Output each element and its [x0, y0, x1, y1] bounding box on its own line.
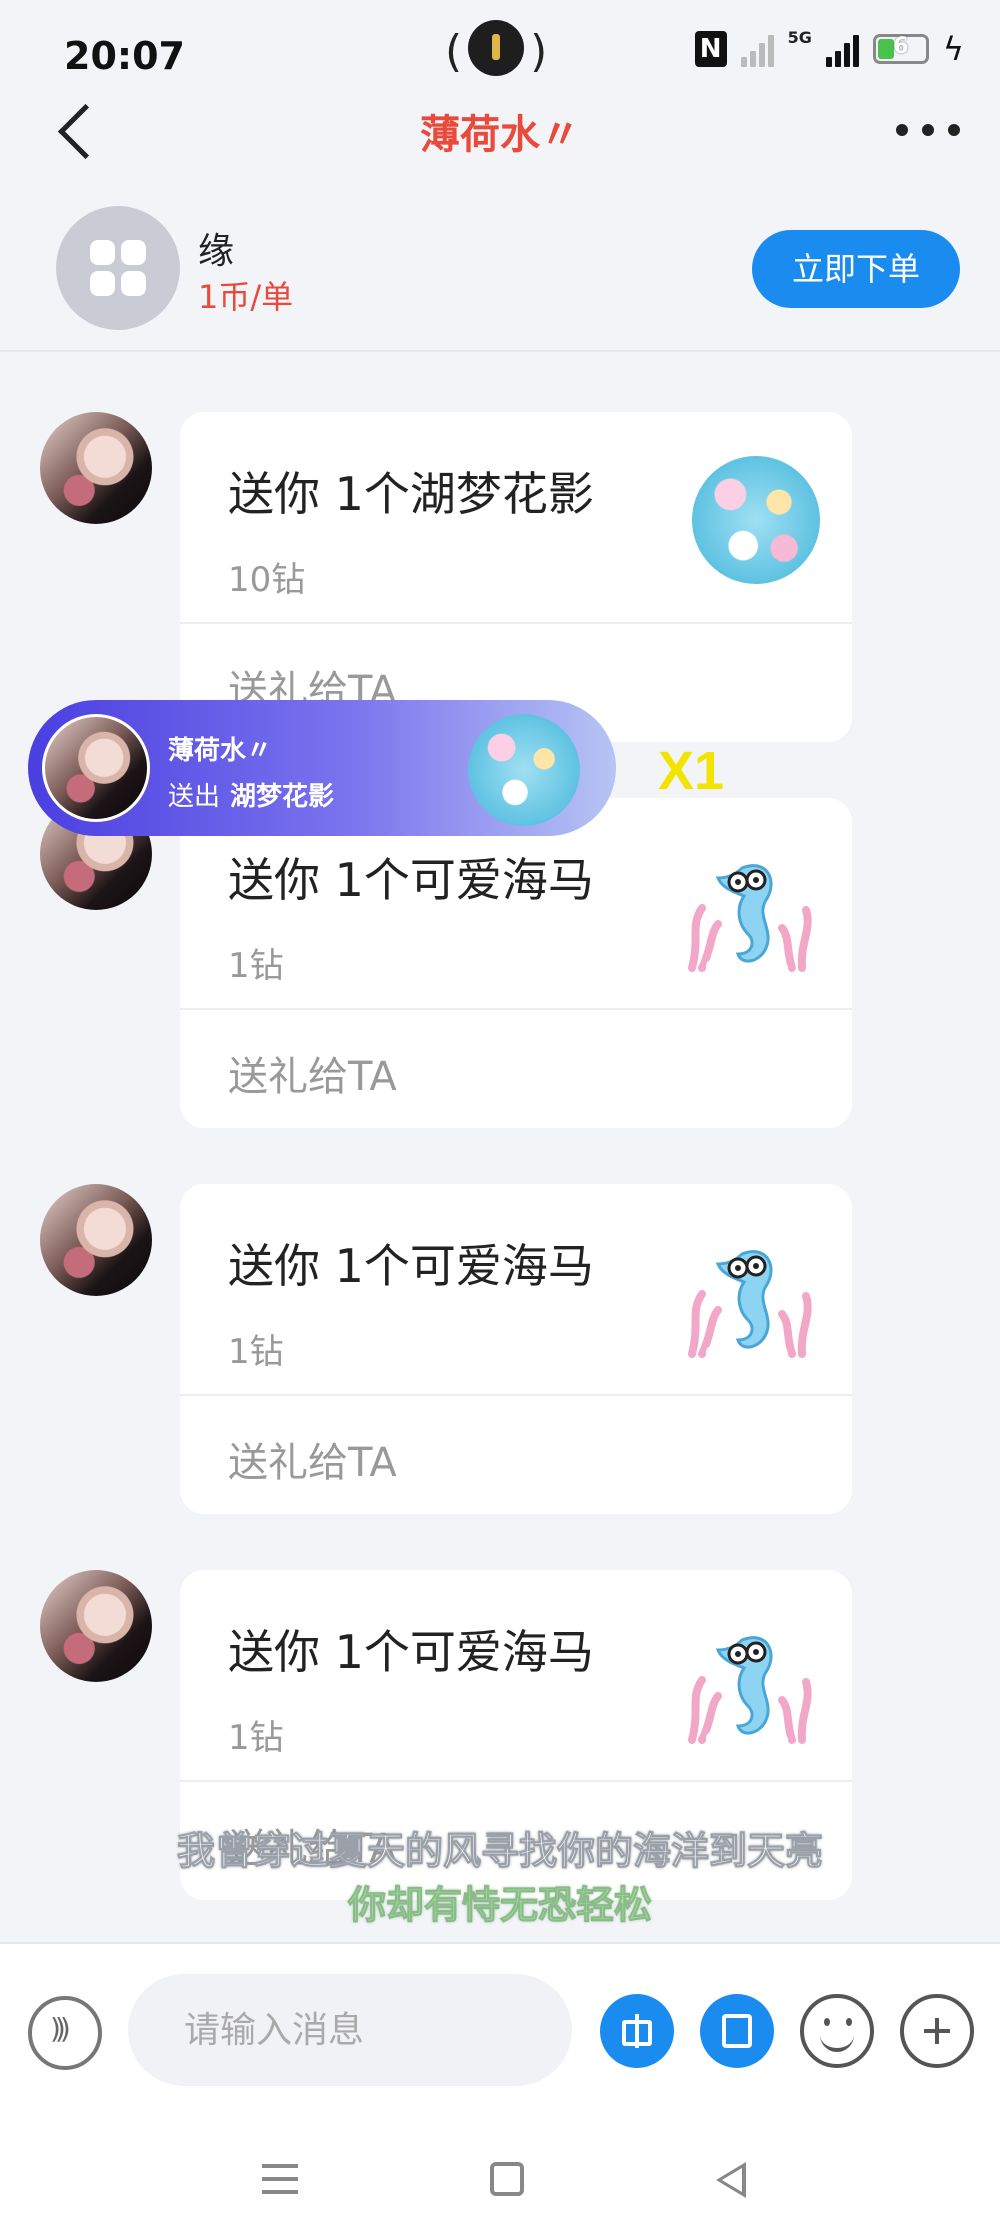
gift-title: 送你 1个可爱海马 — [228, 1239, 594, 1293]
cute-seahorse-icon — [688, 1636, 812, 1746]
home-icon[interactable] — [490, 2162, 524, 2196]
service-name: 缘 — [198, 231, 235, 272]
back-triangle-icon[interactable] — [716, 2162, 746, 2198]
gift-message-card: 送你 1个可爱海马 1钻 送礼给TA — [180, 798, 852, 1128]
gift-notification-banner: 薄荷水〃 送出 湖梦花影 — [28, 700, 616, 836]
lake-dream-flower-icon — [468, 714, 580, 826]
banner-sender-avatar — [42, 714, 150, 822]
gift-message-card: 送你 1个湖梦花影 10钻 送礼给TA — [180, 412, 852, 742]
banner-gift-name: 湖梦花影 — [230, 782, 335, 812]
recent-apps-icon[interactable] — [262, 2164, 298, 2194]
order-now-button[interactable]: 立即下单 — [752, 230, 960, 308]
gift-title: 送你 1个湖梦花影 — [228, 467, 594, 521]
status-time: 20:07 — [64, 34, 185, 78]
signal-sim1-icon — [740, 31, 774, 67]
gift-cost: 10钻 — [228, 560, 306, 600]
message-input[interactable] — [128, 1974, 572, 2086]
divider — [180, 1394, 852, 1396]
service-bar: 缘 1币/单 立即下单 — [0, 190, 1000, 352]
banner-sender-name: 薄荷水〃 — [168, 736, 273, 766]
red-packet-icon[interactable] — [700, 1994, 774, 2068]
sender-avatar[interactable] — [40, 1570, 152, 1682]
send-gift-link[interactable]: 送礼给TA — [228, 1430, 397, 1488]
signal-sim2-icon — [825, 31, 859, 67]
gift-title: 送你 1个可爱海马 — [228, 1625, 594, 1679]
cute-seahorse-icon — [688, 864, 812, 974]
charging-icon: ϟ — [942, 30, 964, 68]
banner-sent-text: 送出 湖梦花影 — [168, 776, 334, 813]
divider — [180, 1008, 852, 1010]
send-gift-link[interactable]: 送礼给TA — [228, 1044, 397, 1102]
apps-grid-icon — [90, 240, 146, 296]
message-input-bar — [0, 1942, 1000, 2124]
sender-avatar[interactable] — [40, 412, 152, 524]
gift-multiplier: X1 — [658, 741, 725, 801]
gift-icon[interactable] — [600, 1994, 674, 2068]
battery-level: 6 — [893, 34, 909, 59]
gift-cost: 1钻 — [228, 946, 284, 986]
gift-message-card: 送你 1个可爱海马 1钻 送礼给TA — [180, 1184, 852, 1514]
plus-icon[interactable] — [900, 1994, 974, 2068]
flashlight-indicator-icon: () — [445, 20, 547, 82]
service-avatar[interactable] — [56, 206, 180, 330]
network-type-label: 5G — [787, 27, 812, 47]
lake-dream-flower-icon — [692, 456, 820, 584]
gift-cost: 1钻 — [228, 1332, 284, 1372]
chat-title: 薄荷水〃 — [420, 112, 580, 158]
gift-title: 送你 1个可爱海马 — [228, 853, 594, 907]
battery-icon: 6 — [872, 34, 929, 64]
status-bar: 20:07 () N 5G 6 ϟ — [0, 0, 1000, 110]
system-icons: N 5G 6 ϟ — [694, 27, 964, 68]
service-price: 1币/单 — [198, 278, 294, 316]
cute-seahorse-icon — [688, 1250, 812, 1360]
system-navigation-bar — [0, 2122, 1000, 2233]
voice-icon[interactable] — [28, 1996, 102, 2070]
divider — [180, 1780, 852, 1782]
sender-avatar[interactable] — [40, 1184, 152, 1296]
subtitle-line-2: 你却有恃无恐轻松 — [347, 1883, 652, 1928]
banner-sent-label: 送出 — [168, 782, 221, 812]
subtitle-line-1: 我曾穿过夏天的风寻找你的海洋到天亮 — [176, 1829, 823, 1874]
divider — [180, 622, 852, 624]
gift-cost: 1钻 — [228, 1718, 284, 1758]
emoji-icon[interactable] — [800, 1994, 874, 2068]
more-options-icon[interactable] — [896, 124, 960, 136]
nfc-icon: N — [694, 31, 727, 67]
